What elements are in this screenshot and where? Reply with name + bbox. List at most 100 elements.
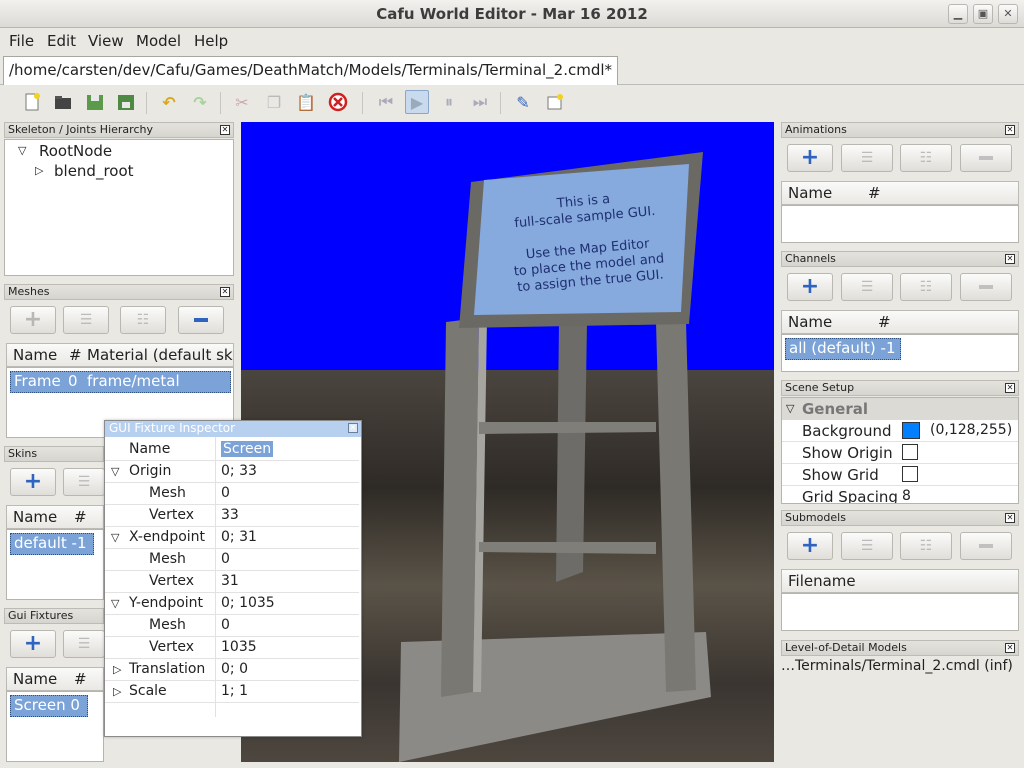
undo-icon[interactable]: ↶ [157, 90, 181, 114]
column-name[interactable]: Name [13, 670, 57, 688]
tree-node-blend-root[interactable]: blend_root [54, 162, 134, 180]
prop-value[interactable]: 1035 [221, 639, 257, 655]
menu-model[interactable]: Model [136, 32, 181, 50]
joints-tree[interactable]: ▽ RootNode ▷ blend_root [4, 139, 234, 276]
fixtures-list[interactable]: Screen 0 [6, 691, 104, 762]
fast-forward-icon[interactable]: ⏭ [468, 90, 492, 114]
prop-row-mesh[interactable]: Mesh 0 [105, 483, 359, 505]
column-name[interactable]: Name [13, 346, 57, 364]
collapse-icon[interactable]: ▽ [18, 144, 26, 157]
submodels-list[interactable] [781, 593, 1019, 631]
column-num[interactable]: # [868, 184, 881, 202]
close-panel-icon[interactable]: ✕ [220, 287, 230, 297]
expand-icon[interactable]: ▷ [35, 164, 43, 177]
new-gui-icon[interactable] [543, 90, 567, 114]
skins-list[interactable]: default -1 [6, 529, 104, 600]
list-item[interactable]: default -1 [10, 533, 94, 555]
edit-mesh-button[interactable]: ☰ [63, 306, 109, 334]
pause-icon[interactable]: ⏸ [437, 90, 461, 114]
column-name[interactable]: Name [788, 184, 832, 202]
prop-row-show-origin[interactable]: Show Origin [782, 442, 1018, 464]
close-panel-icon[interactable]: ✕ [1005, 643, 1015, 653]
prop-value[interactable]: 1; 1 [221, 683, 248, 699]
channels-list[interactable]: all (default) -1 [781, 334, 1019, 372]
mesh-props-button[interactable]: ☷ [120, 306, 166, 334]
remove-channel-button[interactable] [960, 273, 1012, 301]
edit-animation-button[interactable]: ☰ [841, 144, 893, 172]
collapse-icon[interactable]: ▽ [111, 531, 119, 544]
prop-value[interactable]: 33 [221, 507, 239, 523]
prop-value[interactable]: Screen [221, 441, 274, 457]
tree-node-root[interactable]: RootNode [39, 142, 112, 160]
collapse-icon[interactable]: ▽ [111, 465, 119, 478]
remove-mesh-button[interactable] [178, 306, 224, 334]
collapse-icon[interactable]: ▽ [111, 597, 119, 610]
play-icon[interactable]: ▶ [405, 90, 429, 114]
prop-value[interactable]: 0; 31 [221, 529, 257, 545]
prop-row-mesh[interactable]: Mesh 0 [105, 549, 359, 571]
close-window-button[interactable]: ✕ [998, 4, 1018, 24]
remove-submodel-button[interactable] [960, 532, 1012, 560]
add-submodel-button[interactable]: + [787, 532, 833, 560]
list-item[interactable]: Screen 0 [10, 695, 88, 717]
prop-row-x-endpoint[interactable]: ▽ X-endpoint 0; 31 [105, 527, 359, 549]
prop-value[interactable]: 0; 1035 [221, 595, 275, 611]
prop-row-mesh[interactable]: Mesh 0 [105, 615, 359, 637]
prop-row-show-grid[interactable]: Show Grid [782, 464, 1018, 486]
menu-view[interactable]: View [88, 32, 124, 50]
prop-row-name[interactable]: Name Screen [105, 439, 359, 461]
rewind-icon[interactable]: ⏮ [374, 90, 398, 114]
close-panel-icon[interactable]: ✕ [1005, 383, 1015, 393]
menu-help[interactable]: Help [194, 32, 228, 50]
copy-icon[interactable]: ❐ [262, 90, 286, 114]
minimize-button[interactable]: ▁ [948, 4, 968, 24]
prop-value[interactable]: 0 [221, 551, 230, 567]
list-item[interactable]: …Terminals/Terminal_2.cmdl (inf) [781, 658, 1013, 674]
close-panel-icon[interactable]: ✕ [1005, 254, 1015, 264]
scene-property-grid[interactable]: ▽ General Background C (0,128,255) Show … [781, 397, 1019, 504]
show-grid-checkbox[interactable] [902, 466, 918, 482]
column-num[interactable]: # [878, 313, 891, 331]
prop-row-scale[interactable]: ▷ Scale 1; 1 [105, 681, 359, 703]
save-as-icon[interactable] [114, 90, 138, 114]
submodel-props-button[interactable]: ☷ [900, 532, 952, 560]
channel-props-button[interactable]: ☷ [900, 273, 952, 301]
redo-icon[interactable]: ↷ [188, 90, 212, 114]
add-animation-button[interactable]: + [787, 144, 833, 172]
maximize-button[interactable]: ▣ [973, 4, 993, 24]
close-panel-icon[interactable]: ✕ [220, 125, 230, 135]
menu-edit[interactable]: Edit [47, 32, 76, 50]
menu-file[interactable]: File [9, 32, 34, 50]
prop-row-y-endpoint[interactable]: ▽ Y-endpoint 0; 1035 [105, 593, 359, 615]
list-item[interactable]: Frame 0 frame/metal [10, 371, 231, 393]
prop-row-grid-spacing[interactable]: Grid Spacing 8 [782, 486, 1018, 503]
import-gui-icon[interactable]: ✎ [511, 90, 535, 114]
prop-row-origin[interactable]: ▽ Origin 0; 33 [105, 461, 359, 483]
prop-row-vertex[interactable]: Vertex 31 [105, 571, 359, 593]
column-num[interactable]: # [74, 670, 87, 688]
cut-icon[interactable]: ✂ [230, 90, 254, 114]
new-file-icon[interactable] [20, 90, 44, 114]
prop-value[interactable]: (0,128,255) [930, 422, 1012, 438]
save-icon[interactable] [83, 90, 107, 114]
add-fixture-button[interactable]: + [10, 630, 56, 658]
document-tab[interactable]: /home/carsten/dev/Cafu/Games/DeathMatch/… [3, 56, 619, 85]
prop-row-vertex[interactable]: Vertex 1035 [105, 637, 359, 659]
add-mesh-button[interactable]: + [10, 306, 56, 334]
prop-row-background[interactable]: Background C (0,128,255) [782, 420, 1018, 442]
paste-icon[interactable]: 📋 [294, 90, 318, 114]
prop-value[interactable]: 0 [221, 617, 230, 633]
column-num[interactable]: # [69, 346, 82, 364]
expand-icon[interactable]: ▷ [113, 663, 121, 676]
close-inspector-icon[interactable]: ✕ [348, 423, 358, 433]
color-swatch[interactable] [902, 422, 920, 439]
list-item[interactable]: all (default) -1 [785, 338, 901, 360]
remove-animation-button[interactable] [960, 144, 1012, 172]
animation-props-button[interactable]: ☷ [900, 144, 952, 172]
show-origin-checkbox[interactable] [902, 444, 918, 460]
column-material[interactable]: Material (default skin [87, 346, 233, 364]
prop-value[interactable]: 0; 0 [221, 661, 248, 677]
edit-submodel-button[interactable]: ☰ [841, 532, 893, 560]
column-name[interactable]: Name [788, 313, 832, 331]
close-panel-icon[interactable]: ✕ [1005, 125, 1015, 135]
